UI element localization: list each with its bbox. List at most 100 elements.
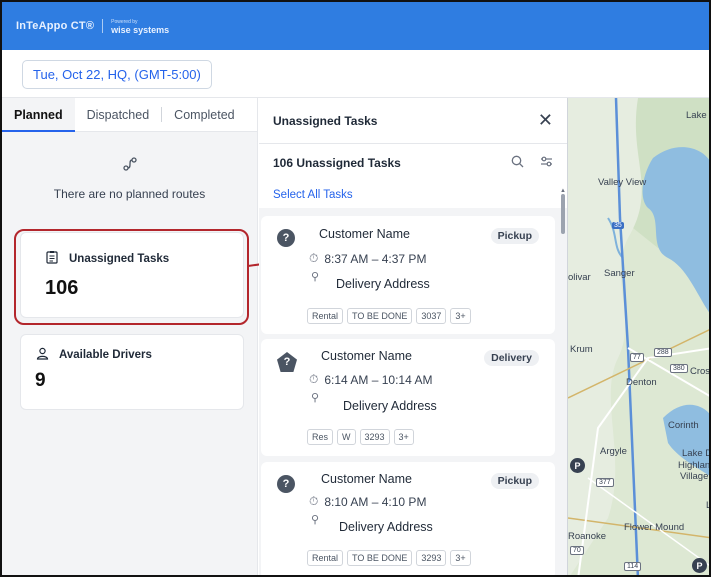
highway-shield: 35 <box>612 222 624 229</box>
search-icon[interactable] <box>511 155 524 171</box>
task-count-row: 106 Unassigned Tasks <box>259 144 567 182</box>
timer-icon: ⏱ <box>309 251 319 265</box>
map-label: Cros <box>690 366 711 377</box>
map-label: Lake D <box>682 448 711 459</box>
timer-icon: ⏱ <box>309 372 319 386</box>
tab-planned[interactable]: Planned <box>2 98 75 132</box>
task-type-badge: Delivery <box>484 350 539 366</box>
task-customer-name: Customer Name <box>321 349 412 363</box>
task-tags: Rental TO BE DONE 3293 3+ <box>307 550 471 566</box>
task-card[interactable]: ? Customer Name Pickup ⏱ 8:37 AM – 4:37 … <box>261 216 555 334</box>
task-list-scrollbar[interactable] <box>561 194 565 234</box>
date-selector-button[interactable]: Tue, Oct 22, HQ, (GMT-5:00) <box>22 60 212 89</box>
task-tag: 3+ <box>450 308 471 324</box>
map-label: Flower Mound <box>624 522 685 533</box>
task-type-badge: Pickup <box>490 228 539 244</box>
task-time-window: ⏱ 8:10 AM – 4:10 PM <box>309 494 426 509</box>
app-logo: InTeAppo CT® <box>16 20 95 32</box>
top-bar: InTeAppo CT® Powered by wise systems <box>2 2 709 50</box>
filter-icon[interactable] <box>540 155 553 171</box>
task-time-text: 6:14 AM – 10:14 AM <box>324 372 433 387</box>
powered-by-brand: wise systems <box>111 25 170 35</box>
map-label: Lake <box>686 110 707 121</box>
task-tag: 3+ <box>393 429 414 445</box>
task-tag: Res <box>307 429 334 445</box>
app-window: InTeAppo CT® Powered by wise systems Tue… <box>0 0 711 577</box>
route-tabs: Planned Dispatched Completed <box>2 98 257 132</box>
map-label: Highlanc <box>678 460 711 471</box>
task-tag: TO BE DONE <box>347 550 413 566</box>
unknown-status-icon: ? <box>277 229 295 247</box>
task-tag: 3+ <box>450 550 471 566</box>
task-type-badge: Pickup <box>490 473 539 489</box>
map-label: L <box>706 500 711 511</box>
task-time-text: 8:10 AM – 4:10 PM <box>324 494 427 509</box>
unassigned-tasks-panel: Unassigned Tasks ✕ 106 Unassigned Tasks … <box>259 98 568 575</box>
date-bar: Tue, Oct 22, HQ, (GMT-5:00) <box>2 50 709 98</box>
select-all-tasks-link[interactable]: Select All Tasks <box>259 182 567 208</box>
task-time-window: ⏱ 6:14 AM – 10:14 AM <box>309 372 432 387</box>
tab-dispatched[interactable]: Dispatched <box>75 98 162 131</box>
highway-shield: 380 <box>670 364 688 373</box>
task-panel-header: Unassigned Tasks ✕ <box>259 98 567 144</box>
parking-marker-icon[interactable]: P <box>570 458 585 473</box>
map-label: Valley View <box>598 177 647 188</box>
unknown-status-icon: ? <box>277 352 297 372</box>
task-tag: TO BE DONE <box>347 308 413 324</box>
map-label: Corinth <box>668 420 699 431</box>
available-drivers-title: Available Drivers <box>35 347 229 363</box>
task-tag: 3293 <box>416 550 447 566</box>
task-card[interactable]: ? Customer Name Pickup ⏱ 8:10 AM – 4:10 … <box>261 462 555 575</box>
task-tags: Res W 3293 3+ <box>307 429 414 445</box>
map-label: Roanoke <box>568 531 607 542</box>
powered-by: Powered by wise systems <box>111 18 170 35</box>
map-label: Sanger <box>604 268 635 279</box>
map-view[interactable]: Lake Valley View Sanger olivar Krum Dent… <box>568 98 711 575</box>
empty-routes-text: There are no planned routes <box>53 186 206 201</box>
available-drivers-count: 9 <box>35 370 46 391</box>
available-drivers-card[interactable]: Available Drivers 9 <box>20 334 244 410</box>
task-tags: Rental TO BE DONE 3037 3+ <box>307 308 471 324</box>
location-pin-icon: ⚲ <box>311 271 320 283</box>
highway-shield: 77 <box>630 353 644 362</box>
empty-routes: There are no planned routes <box>2 132 257 224</box>
task-tools <box>511 155 553 171</box>
task-customer-name: Customer Name <box>321 472 412 486</box>
task-tag: W <box>337 429 356 445</box>
task-time-text: 8:37 AM – 4:37 PM <box>324 251 427 266</box>
highway-shield: 70 <box>570 546 584 555</box>
person-icon <box>35 347 49 363</box>
highlight-box <box>14 229 249 325</box>
tab-completed[interactable]: Completed <box>162 98 246 131</box>
unknown-status-icon: ? <box>277 475 295 493</box>
close-icon[interactable]: ✕ <box>538 110 553 131</box>
available-drivers-label: Available Drivers <box>59 349 152 361</box>
highway-shield: 377 <box>596 478 614 487</box>
task-tag: Rental <box>307 550 344 566</box>
timer-icon: ⏱ <box>309 494 319 508</box>
task-address: Delivery Address <box>343 399 437 413</box>
location-pin-icon: ⚲ <box>311 514 320 526</box>
task-customer-name: Customer Name <box>319 227 410 241</box>
brand: InTeAppo CT® Powered by wise systems <box>16 18 170 35</box>
highway-shield: 114 <box>624 562 642 571</box>
routes-panel: Planned Dispatched Completed There are n… <box>2 98 258 575</box>
task-address: Delivery Address <box>336 277 430 291</box>
map-label: Krum <box>570 344 593 355</box>
location-pin-icon: ⚲ <box>311 392 320 404</box>
task-tag: 3037 <box>416 308 447 324</box>
map-label: Argyle <box>600 446 627 457</box>
task-time-window: ⏱ 8:37 AM – 4:37 PM <box>309 251 426 266</box>
task-card[interactable]: ? Customer Name Delivery ⏱ 6:14 AM – 10:… <box>261 339 555 456</box>
task-panel-title: Unassigned Tasks <box>273 113 378 128</box>
task-count-label: 106 Unassigned Tasks <box>273 156 401 170</box>
brand-divider <box>102 19 104 33</box>
task-tag: Rental <box>307 308 344 324</box>
task-address: Delivery Address <box>339 520 433 534</box>
map-label: olivar <box>568 272 591 283</box>
parking-marker-icon[interactable]: P <box>692 558 707 573</box>
highway-shield: 288 <box>654 348 672 357</box>
map-terrain <box>568 98 709 575</box>
powered-by-label: Powered by <box>111 19 138 25</box>
route-icon <box>122 156 138 175</box>
